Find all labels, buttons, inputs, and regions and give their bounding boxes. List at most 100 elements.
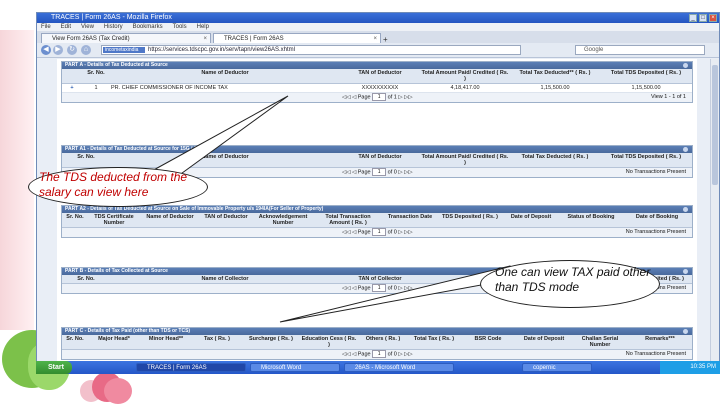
collapse-icon[interactable]	[683, 63, 688, 68]
panel-header[interactable]: PART A - Details of Tax Deducted at Sour…	[62, 62, 692, 69]
taskbar-item[interactable]: Microsoft Word	[250, 363, 340, 372]
tab-label: View Form 26AS (Tax Credit)	[52, 36, 130, 42]
column-header: Total Transaction Amount ( Rs. )	[325, 214, 371, 226]
column-header: Sr. No.	[66, 214, 84, 220]
pager: ◁◁ ◁ Page 1 of 1 ▷ ▷▷ View 1 - 1 of 1	[62, 93, 692, 102]
start-button[interactable]: Start	[36, 361, 72, 374]
tab-view-form-26as[interactable]: View Form 26AS (Tax Credit) ×	[41, 33, 211, 43]
pager-controls: ◁◁ ◁ Page 1 of 0 ▷ ▷▷	[342, 228, 413, 236]
panel-title: PART A1 - Details of Tax Deducted at Sou…	[65, 146, 203, 152]
column-header: Sr. No.	[77, 154, 95, 160]
panel-title: PART B - Details of Tax Collected at Sou…	[65, 268, 168, 274]
menu-help[interactable]: Help	[197, 23, 209, 31]
column-header: Date of Deposit	[523, 336, 565, 342]
collapse-icon[interactable]	[683, 207, 688, 212]
panel-title: PART C - Details of Tax Paid (other than…	[65, 328, 191, 334]
pager-of: of 1	[387, 94, 397, 101]
column-header: Status of Booking	[567, 214, 615, 220]
menu-file[interactable]: File	[41, 23, 51, 31]
column-header: Education Cess ( Rs. )	[301, 336, 357, 348]
menu-history[interactable]: History	[104, 23, 123, 31]
page-input[interactable]: 1	[372, 93, 387, 101]
column-header: TDS Certificate Number	[94, 214, 134, 226]
collapse-icon[interactable]	[683, 329, 688, 334]
pager-controls: ◁◁ ◁ Page 1 of 1 ▷ ▷▷	[342, 93, 413, 101]
header-spacer	[62, 69, 82, 83]
panel-header[interactable]: PART A1 - Details of Tax Deducted at Sou…	[62, 146, 692, 153]
pager-label: Page	[357, 229, 371, 236]
column-header: Total TDS Deposited ( Rs. )	[610, 154, 682, 160]
taskbar: Start TRACES | Form 26AS Microsoft Word …	[36, 361, 720, 374]
page-input[interactable]: 1	[372, 284, 387, 292]
close-button[interactable]: ×	[709, 14, 717, 22]
page-input[interactable]: 1	[372, 228, 387, 236]
column-header: Total TDS Deposited ( Rs. )	[610, 70, 682, 76]
back-icon[interactable]: ◀	[41, 45, 51, 55]
minimize-button[interactable]: _	[689, 14, 697, 22]
cell-deductor-name: PR. CHIEF COMMISSIONER OF INCOME TAX	[111, 85, 228, 91]
column-header: Sr. No.	[77, 276, 95, 282]
scrollbar-thumb[interactable]	[712, 65, 718, 185]
search-input[interactable]: Google	[575, 45, 705, 55]
column-header: Minor Head**	[148, 336, 184, 342]
column-header: Remarks***	[645, 336, 675, 342]
page-content: PART A - Details of Tax Deducted at Sour…	[57, 59, 697, 365]
forward-icon[interactable]: ▶	[53, 45, 63, 55]
search-placeholder: Google	[584, 47, 604, 53]
reload-icon[interactable]: ↻	[67, 45, 77, 55]
expand-icon[interactable]: +	[62, 84, 82, 92]
page-input[interactable]: 1	[372, 168, 387, 176]
collapse-icon[interactable]	[683, 269, 688, 274]
column-header: Date of Booking	[635, 214, 679, 220]
callout-tax-paid: One can view TAX paid other than TDS mod…	[480, 260, 660, 308]
column-header: Date of Deposit	[510, 214, 552, 220]
panel-part-a2: PART A2 - Details of Tax Deducted at Sou…	[61, 205, 693, 238]
taskbar-item[interactable]: copernic	[522, 363, 592, 372]
column-header: Total Tax Deducted** ( Rs. )	[519, 70, 591, 76]
taskbar-item[interactable]: 26AS - Microsoft Word	[344, 363, 454, 372]
system-tray-clock: 10:35 PM	[660, 361, 720, 374]
panel-part-a: PART A - Details of Tax Deducted at Sour…	[61, 61, 693, 103]
column-header: Surcharge ( Rs. )	[248, 336, 293, 342]
menu-view[interactable]: View	[81, 23, 94, 31]
menu-bookmarks[interactable]: Bookmarks	[133, 23, 163, 31]
pager-of: of 0	[387, 169, 397, 176]
view-count: View 1 - 1 of 1	[650, 94, 686, 100]
column-header: Total Tax Deducted ( Rs. )	[521, 154, 589, 160]
address-bar[interactable]: incometaxindia https://services.tdscpc.g…	[101, 45, 521, 55]
column-header: BSR Code	[474, 336, 502, 342]
maximize-button[interactable]: □	[699, 14, 707, 22]
column-header: TDS Deposited ( Rs. )	[442, 214, 498, 220]
column-header: Transaction Date	[387, 214, 433, 220]
tab-traces-form-26as[interactable]: TRACES | Form 26AS ×	[213, 33, 381, 43]
collapse-icon[interactable]	[683, 147, 688, 152]
pager-label: Page	[357, 285, 371, 292]
column-header: TAN of Deductor	[358, 70, 402, 76]
table-row[interactable]: + 1 PR. CHIEF COMMISSIONER OF INCOME TAX…	[62, 84, 692, 93]
panel-header[interactable]: PART C - Details of Tax Paid (other than…	[62, 328, 692, 335]
pager: ◁◁ ◁ Page 1 of 0 ▷ ▷▷ No Transactions Pr…	[62, 350, 692, 359]
table-header: Sr. No. TDS Certificate Number Name of D…	[62, 213, 692, 228]
column-header: Name of Deductor	[146, 214, 194, 220]
menu-tools[interactable]: Tools	[173, 23, 187, 31]
column-header: Total Amount Paid/ Credited ( Rs. )	[421, 154, 509, 166]
pager-controls: ◁◁ ◁ Page 1 of 0 ▷ ▷▷	[342, 284, 413, 292]
page-input[interactable]: 1	[372, 350, 387, 358]
home-icon[interactable]: ⌂	[81, 45, 91, 55]
table-header: Sr. No. Name of Deductor TAN of Deductor…	[62, 153, 692, 168]
taskbar-item[interactable]: TRACES | Form 26AS	[136, 363, 246, 372]
column-header: TAN of Collector	[358, 276, 402, 282]
pager-controls: ◁◁ ◁ Page 1 of 0 ▷ ▷▷	[342, 168, 413, 176]
column-header: Total Tax ( Rs. )	[413, 336, 455, 342]
pager: ◁◁ ◁ Page 1 of 0 ▷ ▷▷ No Transactions Pr…	[62, 228, 692, 237]
cell-amount-paid: 4,18,417.00	[450, 85, 480, 91]
column-header: TAN of Deductor	[358, 154, 402, 160]
panel-header[interactable]: PART A2 - Details of Tax Deducted at Sou…	[62, 206, 692, 213]
site-identity-badge[interactable]: incometaxindia	[103, 47, 145, 53]
window-title: TRACES | Form 26AS - Mozilla Firefox	[51, 14, 172, 21]
menu-edit[interactable]: Edit	[61, 23, 71, 31]
table-header: Sr. No. Major Head* Minor Head** Tax ( R…	[62, 335, 692, 350]
title-bar: TRACES | Form 26AS - Mozilla Firefox _ □…	[37, 13, 719, 23]
vertical-scrollbar[interactable]	[710, 59, 719, 365]
menu-bar: File Edit View History Bookmarks Tools H…	[37, 23, 719, 31]
